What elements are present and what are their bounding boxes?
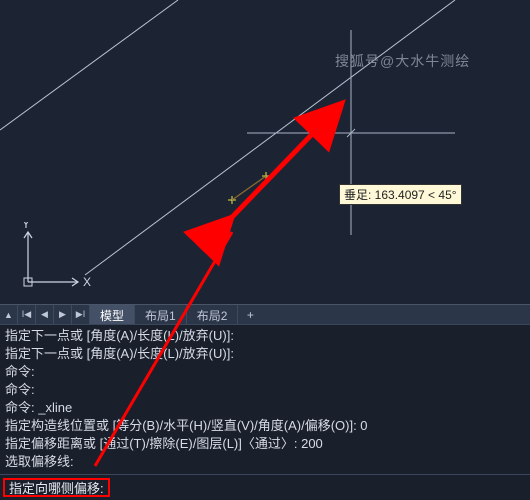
svg-text:X: X — [83, 275, 91, 289]
tab-layout2[interactable]: 布局2 — [187, 305, 239, 324]
cmdlog-line: 命令: _xline — [5, 399, 525, 417]
cmdlog-line: 指定下一点或 [角度(A)/长度(L)/放弃(U)]: — [5, 327, 525, 345]
command-input[interactable] — [110, 479, 530, 497]
ucs-icon: X Y — [18, 222, 98, 302]
command-line: 指定向哪侧偏移: — [0, 474, 530, 500]
tab-model[interactable]: 模型 — [90, 305, 135, 324]
tab-first-icon[interactable]: I◀ — [18, 305, 36, 324]
tab-last-icon[interactable]: ▶I — [72, 305, 90, 324]
cad-viewport[interactable]: 垂足: 163.4097 < 45° 搜狐号@大水牛测绘 X Y — [0, 0, 530, 305]
tab-layout1[interactable]: 布局1 — [135, 305, 187, 324]
cmdlog-line: 指定偏移距离或 [通过(T)/擦除(E)/图层(L)]〈通过〉: 200 — [5, 435, 525, 453]
command-prompt: 指定向哪侧偏移: — [3, 478, 110, 497]
coord-tooltip: 垂足: 163.4097 < 45° — [339, 184, 462, 205]
cmdlog-line: 选取偏移线: — [5, 453, 525, 471]
tab-collapse-icon[interactable]: ▲ — [0, 305, 18, 324]
cmdlog-line: 命令: — [5, 381, 525, 399]
command-history[interactable]: 指定下一点或 [角度(A)/长度(L)/放弃(U)]: 指定下一点或 [角度(A… — [0, 324, 530, 474]
cmdlog-line: 命令: — [5, 363, 525, 381]
cmdlog-line: 指定构造线位置或 [等分(B)/水平(H)/竖直(V)/角度(A)/偏移(O)]… — [5, 417, 525, 435]
cmdlog-line: 指定下一点或 [角度(A)/长度(L)/放弃(U)]: — [5, 345, 525, 363]
tab-add-button[interactable]: + — [238, 305, 262, 324]
layout-tabbar: ▲ I◀ ◀ ▶ ▶I 模型 布局1 布局2 + — [0, 304, 530, 324]
watermark-text: 搜狐号@大水牛测绘 — [335, 51, 470, 71]
svg-text:Y: Y — [22, 222, 30, 231]
tab-next-icon[interactable]: ▶ — [54, 305, 72, 324]
tab-prev-icon[interactable]: ◀ — [36, 305, 54, 324]
